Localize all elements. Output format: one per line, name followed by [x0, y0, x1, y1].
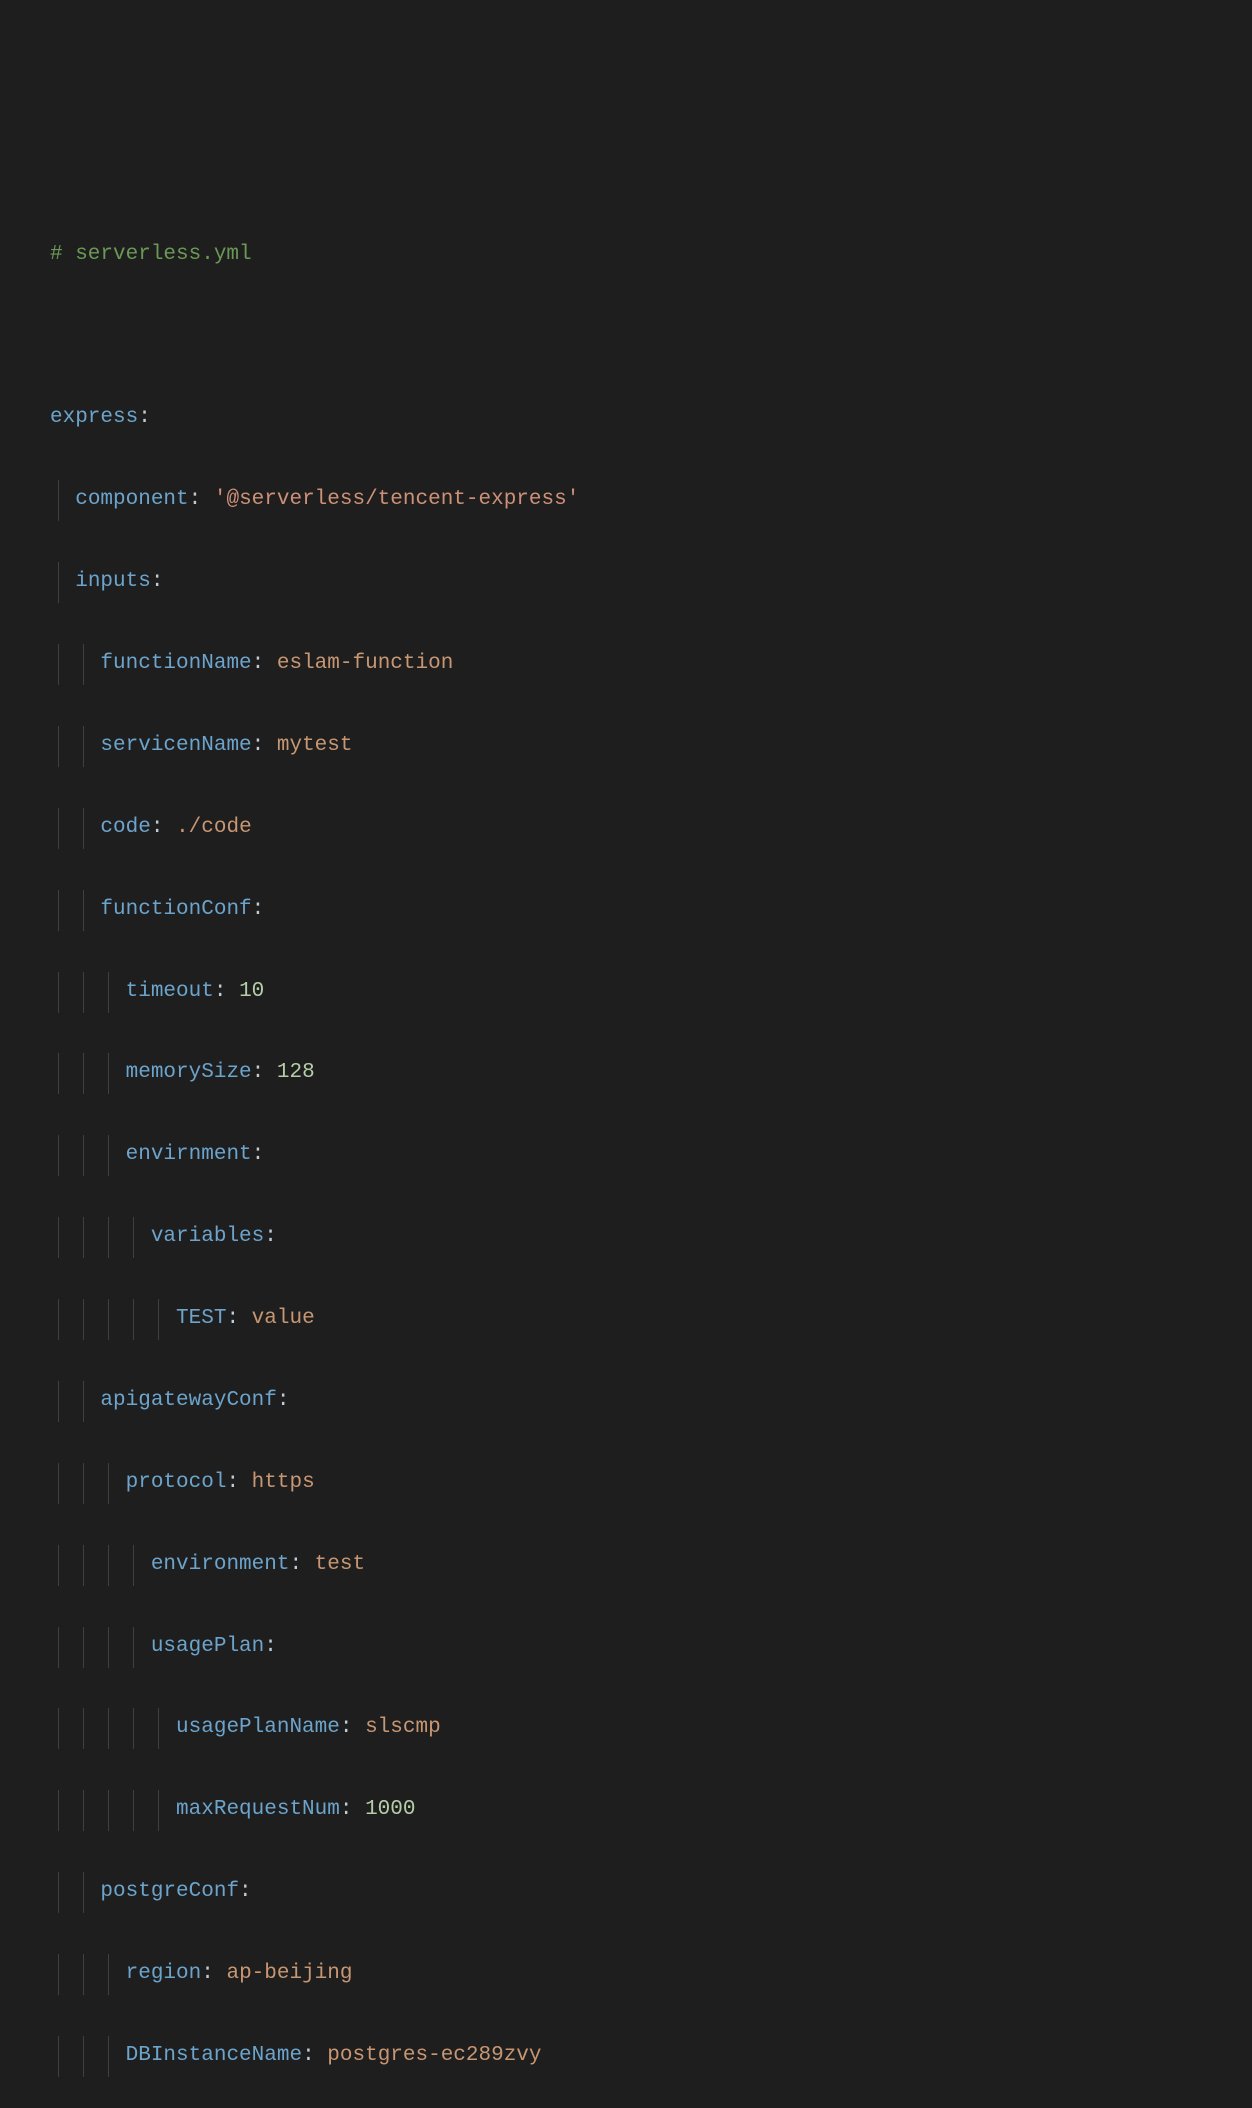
yaml-key: usagePlanName	[176, 1716, 340, 1739]
yaml-key: variables	[151, 1225, 264, 1248]
yaml-key: functionConf	[100, 898, 251, 921]
yaml-value: '@serverless/tencent-express'	[214, 488, 579, 511]
code-line: inputs:	[50, 562, 1202, 603]
yaml-value: ap-beijing	[226, 1962, 352, 1985]
code-line: component: '@serverless/tencent-express'	[50, 480, 1202, 521]
yaml-key: environment	[151, 1553, 290, 1576]
code-line: usagePlanName: slscmp	[50, 1708, 1202, 1749]
code-line: usagePlan:	[50, 1627, 1202, 1668]
yaml-key: region	[126, 1962, 202, 1985]
yaml-key: postgreConf	[100, 1880, 239, 1903]
code-block: # serverless.yml express: component: '@s…	[50, 194, 1202, 2108]
code-line: DBInstanceName: postgres-ec289zvy	[50, 2036, 1202, 2077]
code-line: envirnment:	[50, 1135, 1202, 1176]
yaml-value: 10	[239, 980, 264, 1003]
yaml-key: TEST	[176, 1307, 226, 1330]
yaml-key: usagePlan	[151, 1635, 264, 1658]
code-line: maxRequestNum: 1000	[50, 1790, 1202, 1831]
yaml-value: https	[252, 1471, 315, 1494]
yaml-value: postgres-ec289zvy	[327, 2044, 541, 2067]
yaml-value: value	[252, 1307, 315, 1330]
yaml-key: DBInstanceName	[126, 2044, 302, 2067]
yaml-key: inputs	[75, 570, 151, 593]
code-line: protocol: https	[50, 1463, 1202, 1504]
code-line: memorySize: 128	[50, 1053, 1202, 1094]
code-line: functionConf:	[50, 890, 1202, 931]
code-line: variables:	[50, 1217, 1202, 1258]
yaml-key: servicenName	[100, 734, 251, 757]
yaml-key: apigatewayConf	[100, 1389, 276, 1412]
yaml-key: express	[50, 406, 138, 429]
yaml-value: eslam-function	[277, 652, 453, 675]
code-line: region: ap-beijing	[50, 1954, 1202, 1995]
yaml-key: maxRequestNum	[176, 1798, 340, 1821]
yaml-key: protocol	[126, 1471, 227, 1494]
code-line: environment: test	[50, 1545, 1202, 1586]
yaml-key: memorySize	[126, 1061, 252, 1084]
code-line: timeout: 10	[50, 972, 1202, 1013]
yaml-value: mytest	[277, 734, 353, 757]
code-line: postgreConf:	[50, 1872, 1202, 1913]
code-line: # serverless.yml	[50, 235, 1202, 276]
code-line: code: ./code	[50, 808, 1202, 849]
code-line: apigatewayConf:	[50, 1381, 1202, 1422]
code-line: express:	[50, 398, 1202, 439]
yaml-value: slscmp	[365, 1716, 441, 1739]
yaml-key: timeout	[126, 980, 214, 1003]
code-line	[50, 317, 1202, 358]
yaml-value: ./code	[176, 816, 252, 839]
yaml-key: component	[75, 488, 188, 511]
yaml-value: 1000	[365, 1798, 415, 1821]
code-line: functionName: eslam-function	[50, 644, 1202, 685]
code-line: servicenName: mytest	[50, 726, 1202, 767]
yaml-key: functionName	[100, 652, 251, 675]
code-line: TEST: value	[50, 1299, 1202, 1340]
yaml-key: envirnment	[126, 1143, 252, 1166]
yaml-key: code	[100, 816, 150, 839]
yaml-value: 128	[277, 1061, 315, 1084]
yaml-value: test	[315, 1553, 365, 1576]
comment: # serverless.yml	[50, 243, 252, 266]
